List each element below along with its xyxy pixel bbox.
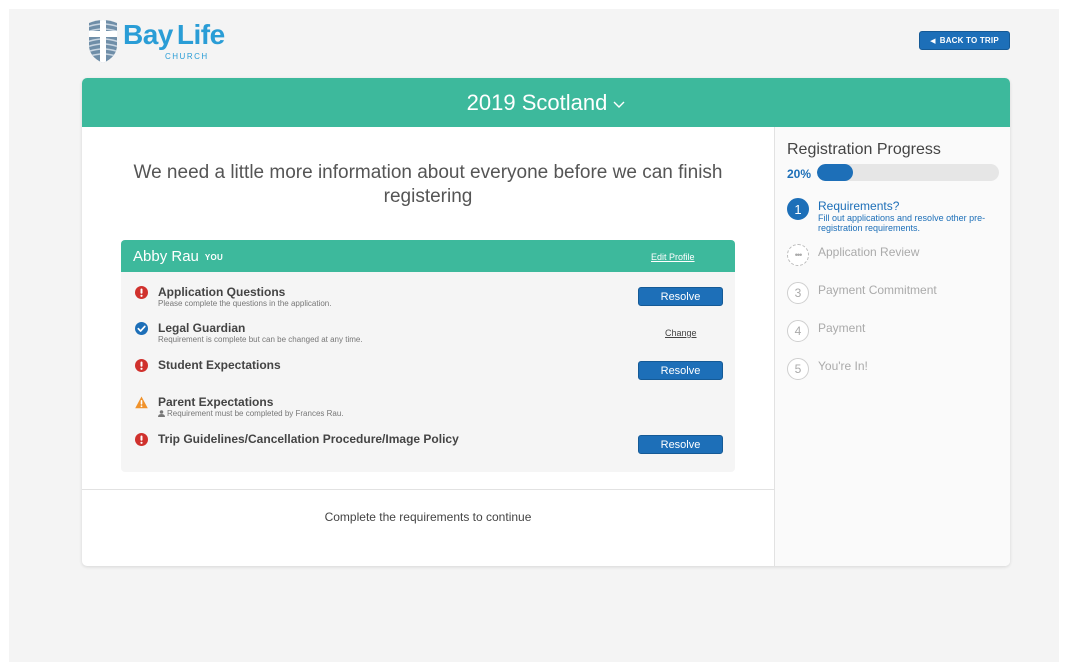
requirement-title: Trip Guidelines/Cancellation Procedure/I…	[158, 432, 459, 446]
brand-name-part1: Bay	[123, 19, 173, 50]
continue-message: Complete the requirements to continue	[324, 510, 532, 524]
chevron-left-icon: ◀	[930, 37, 936, 45]
main-column: We need a little more information about …	[82, 127, 774, 566]
brand-logo[interactable]: Bay Life CHURCH	[85, 19, 225, 65]
resolve-button[interactable]: Resolve	[638, 361, 723, 380]
requirement-subtitle: Please complete the questions in the app…	[158, 299, 332, 308]
resolve-button[interactable]: Resolve	[638, 435, 723, 454]
person-requirements-card: Abby Rau YOU Edit Profile Application Qu…	[121, 240, 735, 472]
requirement-title: Parent Expectations	[158, 395, 274, 409]
person-header: Abby Rau YOU Edit Profile	[121, 240, 735, 272]
requirement-title: Application Questions	[158, 285, 286, 299]
step-label: Payment	[818, 321, 866, 335]
requirement-subtitle: Requirement must be completed by Frances…	[158, 409, 344, 418]
you-badge: YOU	[204, 252, 224, 262]
page-headline: We need a little more information about …	[133, 162, 723, 207]
back-to-trip-button[interactable]: ◀ BACK TO TRIP	[919, 31, 1010, 50]
progress-bar-fill	[817, 164, 854, 181]
user-icon	[158, 410, 165, 417]
progress-percent: 20%	[787, 167, 812, 181]
step-number: 4	[787, 320, 809, 342]
registration-progress-sidebar: Registration Progress 20% 1 Requirements…	[774, 127, 1010, 566]
progress-title: Registration Progress	[787, 141, 941, 158]
step-number: 3	[787, 282, 809, 304]
trip-title: 2019 Scotland	[466, 89, 608, 115]
step-label: Application Review	[818, 245, 920, 259]
edit-profile-link[interactable]: Edit Profile	[651, 252, 695, 262]
requirement-subtitle-text: Requirement must be completed by Frances…	[167, 409, 344, 418]
step-label: Requirements?	[818, 199, 900, 213]
requirement-subtitle: Requirement is complete but can be chang…	[158, 335, 363, 344]
resolve-button[interactable]: Resolve	[638, 287, 723, 306]
step-number: 1	[787, 198, 809, 220]
ellipsis-icon: •••	[787, 244, 809, 266]
change-link[interactable]: Change	[665, 328, 697, 338]
check-circle-icon	[135, 322, 148, 335]
step-label: Payment Commitment	[818, 283, 937, 297]
exclamation-circle-icon	[135, 286, 148, 299]
warning-triangle-icon	[135, 396, 148, 409]
section-divider	[82, 489, 774, 490]
requirement-title: Legal Guardian	[158, 321, 246, 335]
exclamation-circle-icon	[135, 359, 148, 372]
progress-bar	[817, 164, 999, 181]
fingerprint-cross-icon	[89, 20, 117, 63]
brand-name: Bay Life	[123, 19, 225, 51]
requirement-title: Student Expectations	[158, 358, 281, 372]
chevron-down-icon	[613, 98, 625, 112]
back-to-trip-label: BACK TO TRIP	[939, 36, 999, 45]
registration-card: 2019 Scotland We need a little more info…	[82, 78, 1010, 566]
step-description: Fill out applications and resolve other …	[818, 213, 986, 233]
brand-name-part2: Life	[176, 19, 225, 50]
person-name: Abby Rau	[133, 247, 199, 265]
brand-tagline: CHURCH	[165, 52, 209, 61]
exclamation-circle-icon	[135, 433, 148, 446]
step-label: You're In!	[818, 359, 868, 373]
trip-selector[interactable]: 2019 Scotland	[82, 78, 1010, 127]
step-number: 5	[787, 358, 809, 380]
